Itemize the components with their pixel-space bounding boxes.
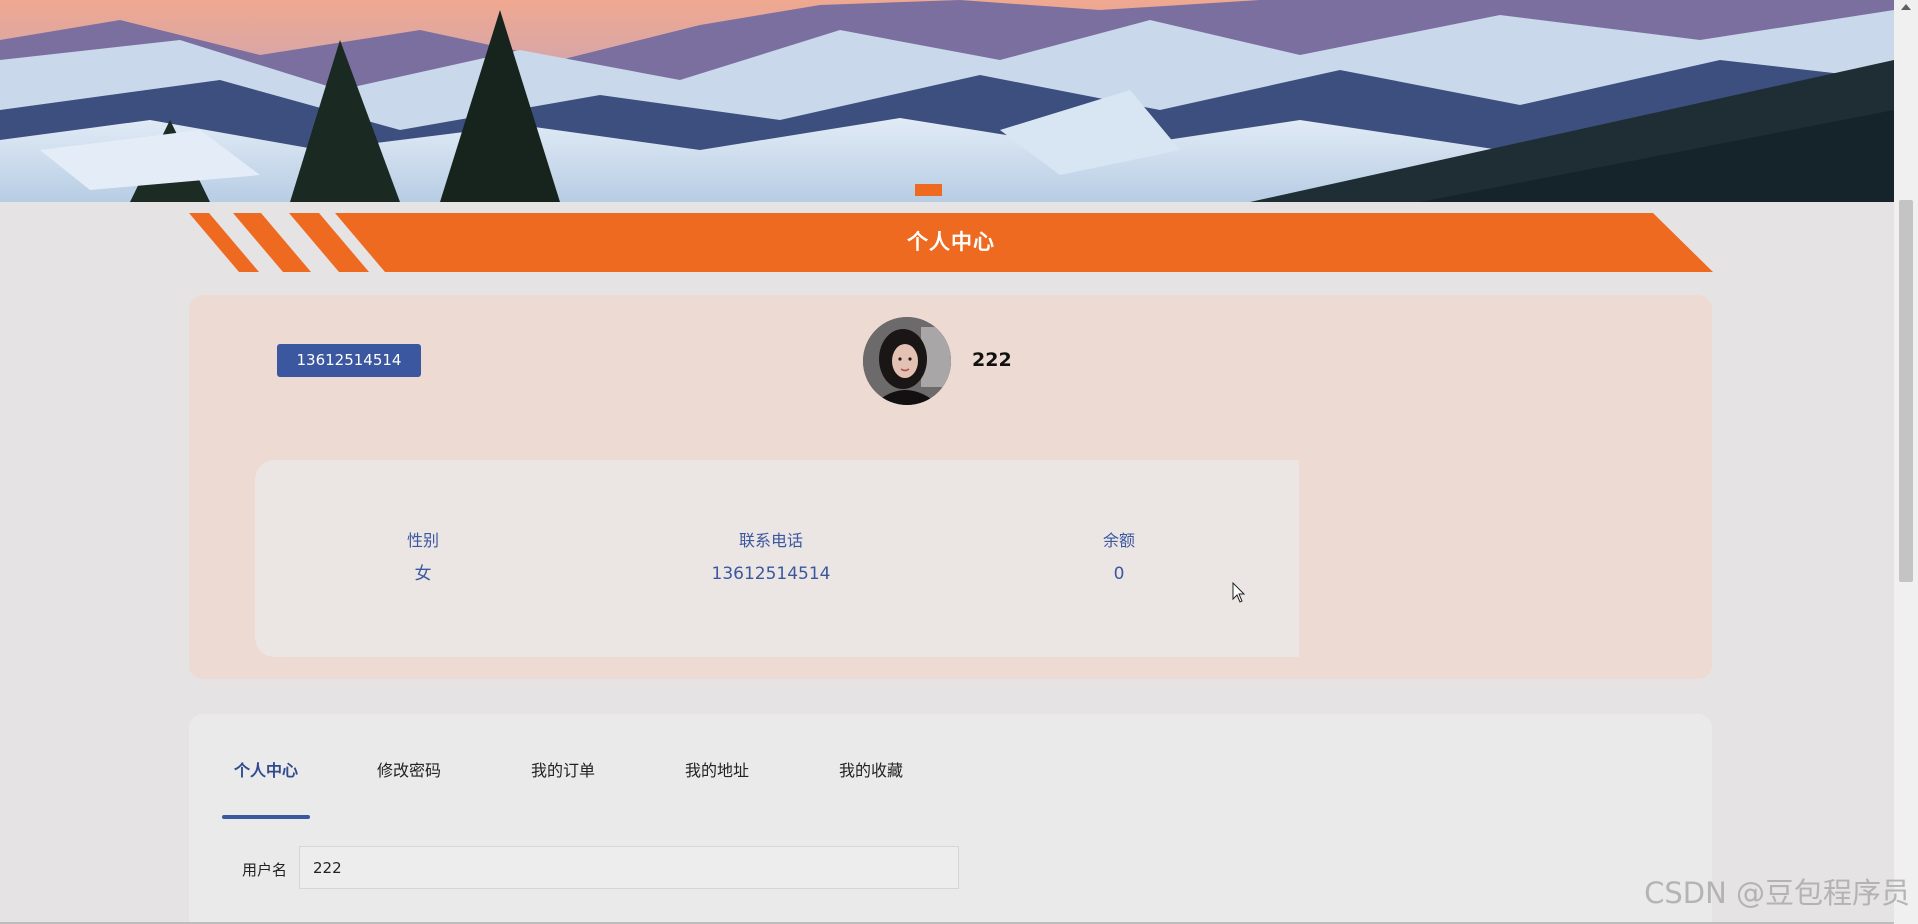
tab-my-orders-label: 我的订单 xyxy=(530,761,595,780)
username-field[interactable] xyxy=(299,846,959,889)
page-scrollbar[interactable] xyxy=(1894,0,1918,924)
tab-my-orders[interactable]: 我的订单 xyxy=(528,757,598,819)
mountain-landscape-image xyxy=(0,0,1894,202)
csdn-watermark: CSDN @豆包程序员 xyxy=(1644,876,1910,910)
hero-banner xyxy=(0,0,1894,202)
info-gender-value: 女 xyxy=(414,564,432,584)
tab-personal-center[interactable]: 个人中心 xyxy=(222,757,310,819)
scrollbar-thumb[interactable] xyxy=(1899,200,1913,582)
scroll-up-arrow-icon[interactable] xyxy=(1901,4,1911,10)
info-balance-value: 0 xyxy=(1113,564,1125,584)
profile-username: 222 xyxy=(972,349,1012,371)
info-phone: 联系电话 13612514514 xyxy=(651,530,891,585)
info-phone-label: 联系电话 xyxy=(738,531,803,550)
info-phone-value: 13612514514 xyxy=(711,564,831,584)
info-balance-label: 余额 xyxy=(1102,531,1135,550)
phone-badge[interactable]: 13612514514 xyxy=(277,344,421,377)
mouse-cursor-icon xyxy=(1232,582,1246,603)
username-field-label: 用户名 xyxy=(242,861,288,879)
info-balance: 余额 0 xyxy=(999,530,1239,585)
info-gender: 性别 女 xyxy=(303,530,543,585)
tab-my-addresses[interactable]: 我的地址 xyxy=(682,757,752,819)
tab-my-addresses-label: 我的地址 xyxy=(684,761,749,780)
tab-my-favorites-label: 我的收藏 xyxy=(838,761,903,780)
info-gender-label: 性别 xyxy=(406,531,439,550)
section-title: 个人中心 xyxy=(907,230,995,254)
carousel-indicator-active[interactable] xyxy=(915,184,942,196)
avatar xyxy=(863,317,951,405)
page: 个人中心 13612514514 222 性别 女 联系电话 136125145… xyxy=(0,0,1918,924)
profile-info-panel: 性别 女 联系电话 13612514514 余额 0 xyxy=(255,460,1299,657)
tab-active-indicator xyxy=(222,815,310,819)
tab-personal-center-label: 个人中心 xyxy=(233,761,298,780)
section-title-bar: 个人中心 xyxy=(189,213,1713,272)
account-tabs-card: 个人中心 修改密码 我的订单 我的地址 我的收藏 用户名 xyxy=(189,714,1712,924)
profile-card: 13612514514 222 性别 女 联系电话 13612514514 余额… xyxy=(189,295,1712,679)
tab-change-password[interactable]: 修改密码 xyxy=(374,757,444,819)
user-avatar-photo-icon xyxy=(863,317,951,405)
tab-my-favorites[interactable]: 我的收藏 xyxy=(836,757,906,819)
tab-change-password-label: 修改密码 xyxy=(376,761,441,780)
